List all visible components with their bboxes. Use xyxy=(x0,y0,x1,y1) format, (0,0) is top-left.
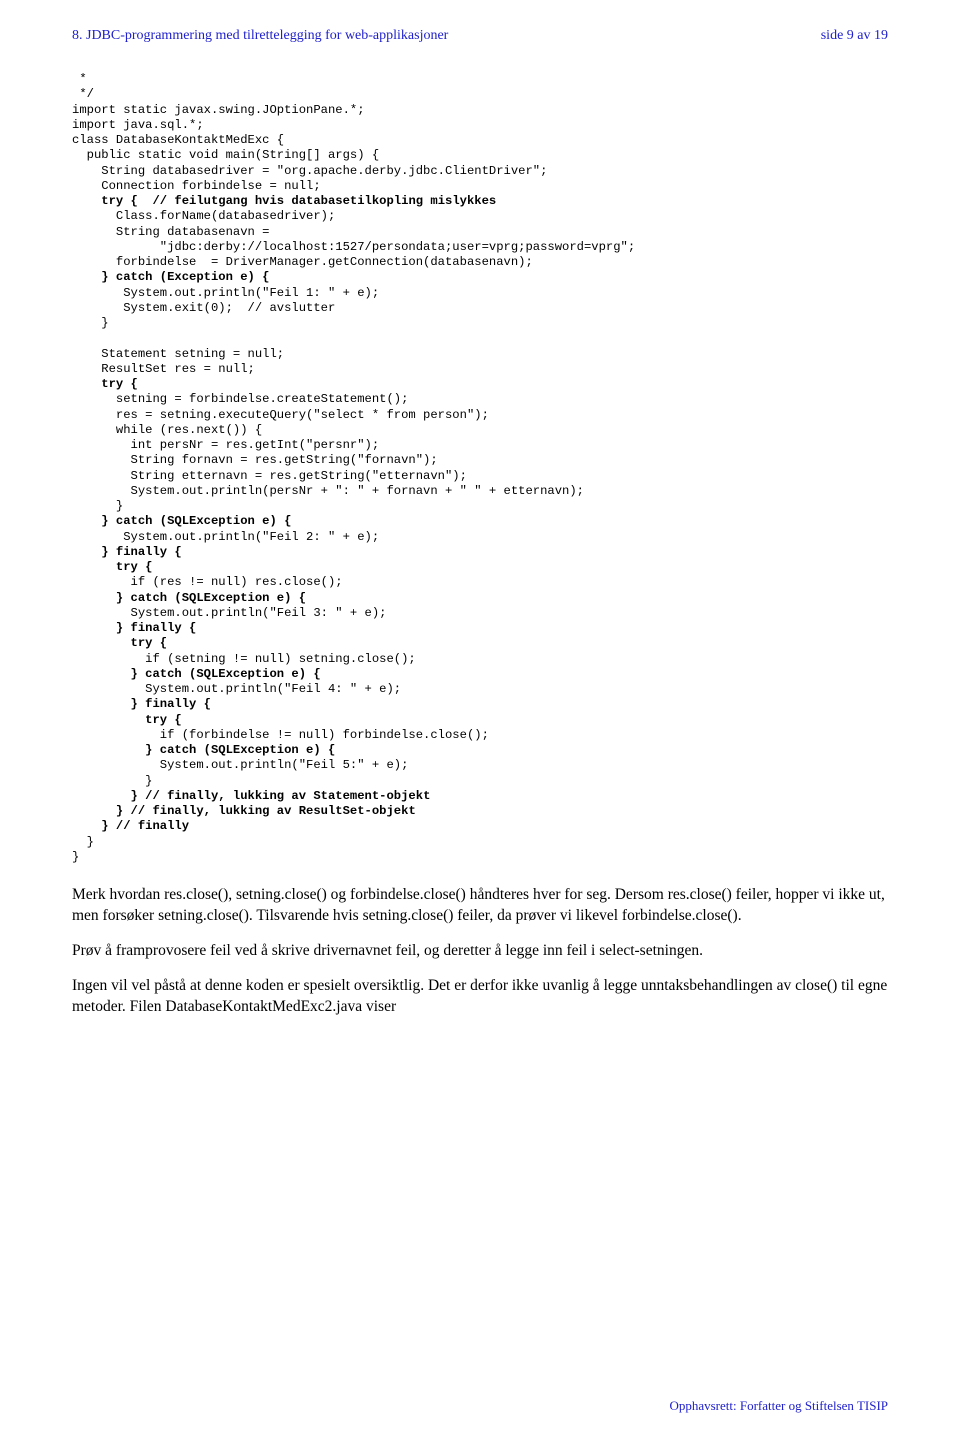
page-header: 8. JDBC-programmering med tilretteleggin… xyxy=(72,28,888,44)
paragraph-1: Merk hvordan res.close(), setning.close(… xyxy=(72,885,888,927)
paragraph-3: Ingen vil vel påstå at denne koden er sp… xyxy=(72,976,888,1018)
code-block: * */ import static javax.swing.JOptionPa… xyxy=(72,72,888,865)
page-footer: Opphavsrett: Forfatter og Stiftelsen TIS… xyxy=(669,1398,888,1414)
paragraph-2: Prøv å framprovosere feil ved å skrive d… xyxy=(72,941,888,962)
header-right: side 9 av 19 xyxy=(821,28,888,44)
header-left: 8. JDBC-programmering med tilretteleggin… xyxy=(72,28,448,44)
